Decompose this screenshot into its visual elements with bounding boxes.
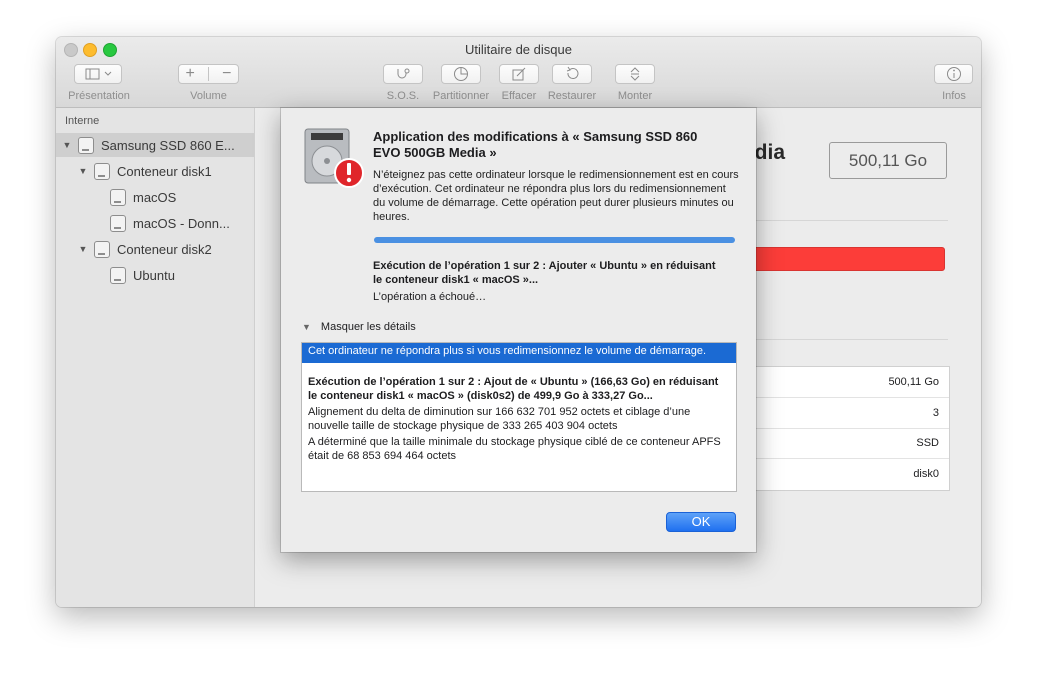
sidebar-item-label: macOS <box>133 189 177 205</box>
partition-label: Partitionner <box>432 90 490 102</box>
volume-label: Volume <box>190 90 227 102</box>
add-volume-icon[interactable]: + <box>186 65 195 83</box>
divider <box>750 339 948 340</box>
sidebar-item-label: Ubuntu <box>133 267 175 283</box>
sidebar-item-label: Conteneur disk2 <box>117 241 212 257</box>
row-divider <box>751 428 949 429</box>
row-divider <box>751 458 949 459</box>
hide-details-label: Masquer les détails <box>320 321 416 333</box>
sidebar-item-samsung-ssd[interactable]: ▼ Samsung SSD 860 E... <box>56 133 254 157</box>
volume-buttons: + − <box>178 64 239 84</box>
operation-heading: Exécution de l’opération 1 sur 2 : Ajout… <box>373 260 716 286</box>
info-value: disk0 <box>913 468 939 480</box>
restore-arrow-icon <box>566 66 579 79</box>
drive-icon <box>78 136 94 154</box>
divider <box>750 220 948 221</box>
dialog-message: N’éteignez pas cette ordinateur lorsque … <box>373 169 739 223</box>
presentation-button[interactable] <box>74 64 122 84</box>
dialog-title: Application des modifications à « Samsun… <box>373 129 698 160</box>
progress-bar <box>374 237 735 243</box>
capacity-badge: 500,11 Go <box>829 142 947 179</box>
restore-label: Restaurer <box>547 90 597 102</box>
info-button[interactable] <box>934 64 973 84</box>
pencil-icon <box>512 67 526 81</box>
usage-bar <box>750 247 945 271</box>
details-log[interactable]: Cet ordinateur ne répondra plus si vous … <box>301 342 737 492</box>
info-value: SSD <box>916 437 939 449</box>
sidebar: Interne ▼ Samsung SSD 860 E... ▼ Contene… <box>56 108 255 607</box>
volume-icon <box>110 266 126 284</box>
sidebar-item-container-disk1[interactable]: ▼ Conteneur disk1 <box>77 159 212 183</box>
toolbar: Utilitaire de disque Présentation + − Vo… <box>56 37 981 108</box>
disclosure-triangle-icon[interactable]: ▼ <box>77 244 89 254</box>
container-icon <box>94 162 110 180</box>
disclosure-triangle-icon[interactable]: ▼ <box>61 140 73 150</box>
mount-icon <box>630 67 640 81</box>
first-aid-button[interactable] <box>383 64 423 84</box>
volume-icon <box>110 188 126 206</box>
divider <box>207 67 209 81</box>
container-icon <box>94 240 110 258</box>
erase-button[interactable] <box>499 64 539 84</box>
mount-label: Monter <box>617 90 653 102</box>
stethoscope-icon <box>397 68 410 79</box>
info-icon <box>946 67 961 81</box>
apply-changes-dialog: Application des modifications à « Samsun… <box>281 108 756 552</box>
disclosure-triangle-icon[interactable]: ▼ <box>302 322 311 332</box>
sidebar-item-label: macOS - Donn... <box>133 215 230 231</box>
log-line[interactable]: Alignement du delta de diminution sur 16… <box>302 405 736 433</box>
sidebar-section-internal: Interne <box>65 115 100 127</box>
hide-details-toggle[interactable]: ▼ Masquer les détails <box>302 321 416 333</box>
mount-button[interactable] <box>615 64 655 84</box>
restore-button[interactable] <box>552 64 592 84</box>
sidebar-item-container-disk2[interactable]: ▼ Conteneur disk2 <box>77 237 212 261</box>
sidebar-item-label: Conteneur disk1 <box>117 163 212 179</box>
window-title: Utilitaire de disque <box>465 42 572 57</box>
info-value: 500,11 Go <box>888 376 939 388</box>
sidebar-item-label: Samsung SSD 860 E... <box>101 137 235 153</box>
log-line[interactable]: A déterminé que la taille minimale du st… <box>302 435 736 463</box>
sidebar-item-macos[interactable]: macOS <box>110 185 176 209</box>
volume-icon <box>110 214 126 232</box>
first-aid-label: S.O.S. <box>386 90 420 102</box>
log-line[interactable]: Exécution de l’opération 1 sur 2 : Ajout… <box>302 375 736 403</box>
sidebar-item-macos-data[interactable]: macOS - Donn... <box>110 211 230 235</box>
remove-volume-icon[interactable]: − <box>222 65 231 83</box>
sidebar-item-ubuntu[interactable]: Ubuntu <box>110 263 175 287</box>
partition-button[interactable] <box>441 64 481 84</box>
info-value: 3 <box>932 407 939 419</box>
log-line-selected[interactable]: Cet ordinateur ne répondra plus si vous … <box>302 343 736 363</box>
disclosure-triangle-icon[interactable]: ▼ <box>77 166 89 176</box>
ok-button[interactable]: OK <box>666 512 736 532</box>
operation-status: L’opération a échoué… <box>373 291 487 303</box>
presentation-label: Présentation <box>68 90 130 102</box>
info-label: Infos <box>942 90 966 102</box>
erase-label: Effacer <box>501 90 537 102</box>
row-divider <box>751 397 949 398</box>
hard-drive-alert-icon <box>304 128 364 188</box>
info-table: 500,11 Go 3 SSD disk0 <box>750 366 950 491</box>
pie-chart-icon <box>454 67 468 81</box>
sidebar-view-icon <box>85 68 112 80</box>
